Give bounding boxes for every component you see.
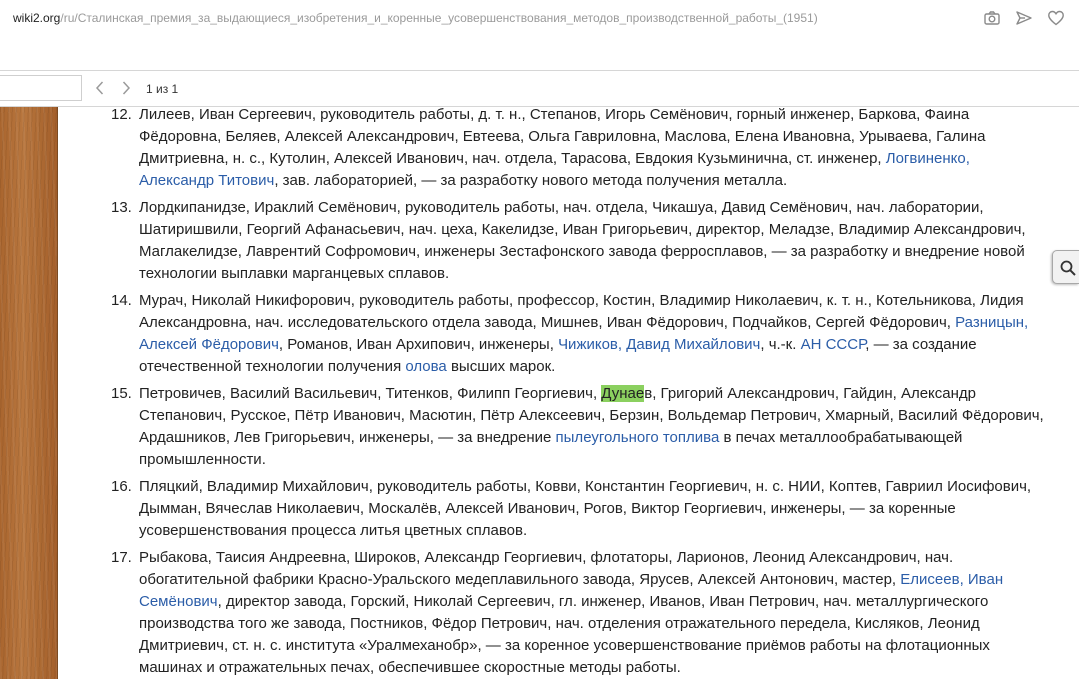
list-item: 13. Лордкипанидзе, Ираклий Семёнович, ру…	[59, 197, 1049, 285]
heart-icon[interactable]	[1047, 9, 1065, 27]
url-text[interactable]: wiki2.org/ru/Сталинская_премия_за_выдающ…	[13, 11, 818, 25]
organization-link[interactable]: АН СССР	[801, 336, 866, 353]
find-bar: 1 из 1	[0, 70, 1079, 107]
chevron-right-icon	[122, 81, 131, 95]
topic-link[interactable]: олова	[405, 358, 446, 375]
article-content: 12. Лилеев, Иван Сергеевич, руководитель…	[59, 107, 1079, 679]
list-item: 17. Рыбакова, Таисия Андреевна, Широков,…	[59, 547, 1049, 679]
item-text: , директор завода, Горский, Николай Серг…	[139, 593, 990, 676]
url-path: /ru/Сталинская_премия_за_выдающиеся_изоб…	[60, 11, 818, 25]
item-text: Лордкипанидзе, Ираклий Семёнович, руково…	[139, 199, 1026, 282]
item-text: Пляцкий, Владимир Михайлович, руководите…	[139, 478, 1032, 539]
url-domain: wiki2.org	[13, 11, 61, 25]
item-number: 12.	[111, 107, 132, 123]
item-text: высших марок.	[446, 358, 556, 375]
side-search-button[interactable]	[1052, 250, 1079, 284]
camera-icon[interactable]	[983, 9, 1001, 27]
page-background-wood	[0, 107, 58, 679]
item-text: Петровичев, Василий Васильевич, Титенков…	[139, 385, 602, 402]
item-number: 15.	[111, 385, 132, 402]
item-text: Мурач, Николай Никифорович, руководитель…	[139, 292, 1024, 331]
topic-link[interactable]: пылеугольного топлива	[556, 429, 720, 446]
address-bar[interactable]: wiki2.org/ru/Сталинская_премия_за_выдающ…	[0, 0, 1079, 40]
list-item: 15. Петровичев, Василий Васильевич, Тите…	[59, 383, 1049, 471]
item-text: , зав. лабораторией, — за разработку нов…	[274, 172, 788, 189]
award-list: 12. Лилеев, Иван Сергеевич, руководитель…	[59, 107, 1049, 679]
list-item: 14. Мурач, Николай Никифорович, руководи…	[59, 290, 1049, 378]
item-number: 16.	[111, 478, 132, 495]
chevron-left-icon	[95, 81, 104, 95]
item-text: , ч.-к.	[760, 336, 801, 353]
item-text: Рыбакова, Таисия Андреевна, Широков, Але…	[139, 549, 954, 588]
find-match-count: 1 из 1	[146, 82, 179, 96]
find-next-button[interactable]	[118, 79, 134, 97]
find-input[interactable]	[0, 75, 82, 101]
find-previous-button[interactable]	[92, 79, 108, 97]
address-bar-actions	[983, 9, 1065, 27]
send-icon[interactable]	[1015, 9, 1033, 27]
list-item: 12. Лилеев, Иван Сергеевич, руководитель…	[59, 107, 1049, 192]
item-number: 14.	[111, 292, 132, 309]
item-number: 17.	[111, 549, 132, 566]
search-icon	[1060, 260, 1076, 276]
list-item: 16. Пляцкий, Владимир Михайлович, руково…	[59, 476, 1049, 542]
find-highlight: Дунае	[601, 385, 645, 402]
item-number: 13.	[111, 199, 132, 216]
item-text: Лилеев, Иван Сергеевич, руководитель раб…	[139, 107, 986, 167]
item-text: , Романов, Иван Архипович, инженеры,	[278, 336, 559, 353]
page-viewport[interactable]: 12. Лилеев, Иван Сергеевич, руководитель…	[0, 107, 1079, 679]
person-link[interactable]: Чижиков, Давид Михайлович	[558, 336, 760, 353]
